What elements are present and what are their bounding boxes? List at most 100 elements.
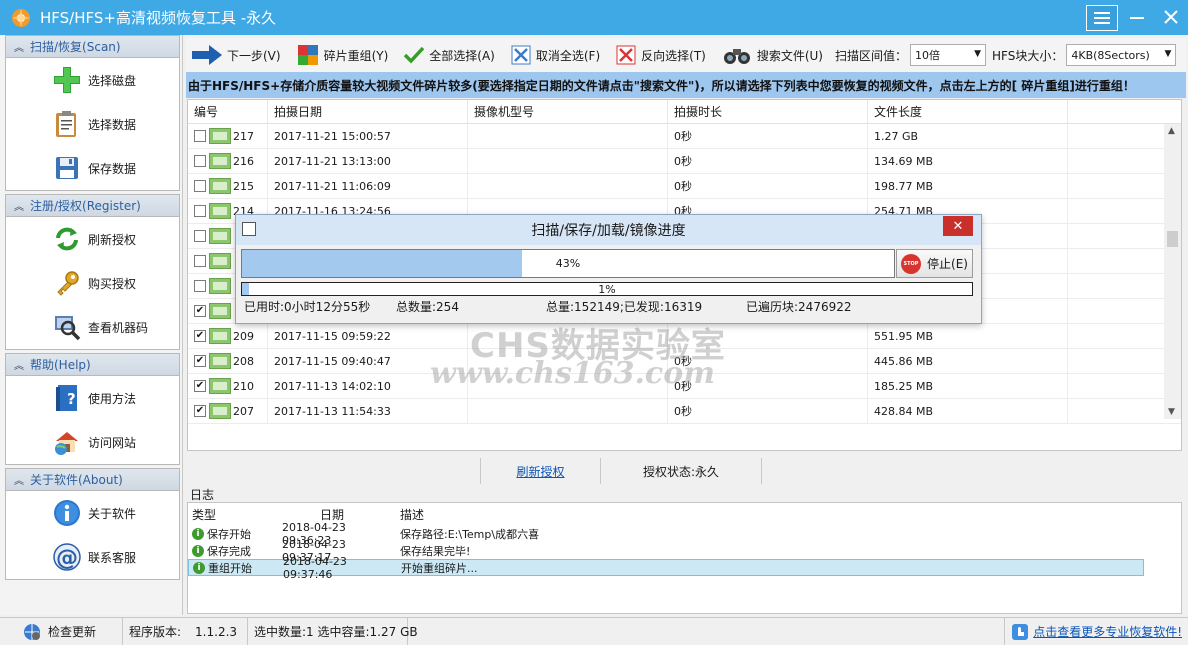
watermark-url: www.chs163.com (430, 356, 715, 391)
reassemble-button[interactable]: 碎片重组(Y) (291, 40, 395, 70)
cell-extra (1068, 274, 1164, 298)
log-type: i 重组开始 (189, 560, 279, 576)
row-checkbox[interactable]: ✔ (194, 305, 206, 317)
cell-size: 134.69 MB (868, 149, 1068, 173)
home-globe-icon (52, 427, 82, 457)
row-checkbox[interactable] (194, 155, 206, 167)
sidebar-item-refresh-license[interactable]: 刷新授权 (6, 217, 179, 261)
refresh-license-link[interactable]: 刷新授权 (516, 463, 564, 480)
cell-extra (1068, 249, 1164, 273)
block-size-select[interactable]: 4KB(8Sectors) ▼ (1066, 44, 1177, 66)
column-header-model[interactable]: 摄像机型号 (468, 100, 668, 123)
info-status-icon: i (193, 561, 205, 574)
deselect-all-button[interactable]: 取消全选(F) (505, 40, 606, 70)
collapse-chevron-icon[interactable]: ︽ (12, 198, 26, 213)
sidebar-item-usage[interactable]: ? 使用方法 (6, 376, 179, 420)
sidebar-section-header[interactable]: ︽ 关于软件(About) (6, 469, 179, 491)
row-checkbox[interactable] (194, 230, 206, 242)
sidebar-item-machine-code[interactable]: 查看机器码 (6, 305, 179, 349)
total-count: 总数量:254 (396, 300, 459, 314)
row-checkbox[interactable] (194, 255, 206, 267)
sidebar-section-scan: ︽ 扫描/恢复(Scan) 选择磁盘 选择数据 保存数据 (5, 35, 180, 191)
row-checkbox[interactable] (194, 205, 206, 217)
log-column-desc[interactable]: 描述 (396, 506, 796, 523)
row-checkbox[interactable] (194, 180, 206, 192)
table-row[interactable]: 217 2017-11-21 15:00:57 0秒 1.27 GB (188, 124, 1181, 149)
dialog-close-icon[interactable]: ✕ (943, 216, 973, 236)
cell-extra (1068, 224, 1164, 248)
scroll-up-icon[interactable]: ▲ (1168, 126, 1175, 136)
collapse-chevron-icon[interactable]: ︽ (12, 472, 26, 487)
chevron-down-icon: ▼ (1164, 49, 1172, 59)
column-header-date[interactable]: 拍摄日期 (268, 100, 468, 123)
column-header-duration[interactable]: 拍摄时长 (668, 100, 868, 123)
collapse-chevron-icon[interactable]: ︽ (12, 357, 26, 372)
license-bar: 刷新授权 授权状态:永久 (186, 458, 1186, 484)
clipboard-icon (52, 109, 82, 139)
column-header-id[interactable]: 编号 (188, 100, 268, 123)
minimize-icon[interactable] (1120, 2, 1154, 32)
cell-id: 215 (188, 174, 268, 198)
column-header-extra (1068, 100, 1164, 123)
log-desc: 保存路径:E:\Temp\成都六喜 (400, 527, 540, 541)
more-software-link[interactable]: 点击查看更多专业恢复软件! (1033, 623, 1182, 640)
cell-id: ✔ 209 (188, 324, 268, 348)
toolbar: 下一步(V) 碎片重组(Y) 全部选择(A) 取消全选(F) 反向选择(T) 搜… (186, 38, 1186, 72)
stop-button[interactable]: STOP 停止(E) (896, 249, 973, 278)
threshold-select[interactable]: 10倍 ▼ (910, 44, 987, 66)
sidebar-item-about[interactable]: 关于软件 (6, 491, 179, 535)
select-all-button[interactable]: 全部选择(A) (398, 40, 501, 70)
arrow-right-icon (192, 45, 222, 65)
menu-icon[interactable] (1086, 5, 1118, 31)
cell-date: 2017-11-21 15:00:57 (268, 124, 468, 148)
sidebar-section-about: ︽ 关于软件(About) 关于软件 @ 联系客服 (5, 468, 180, 580)
next-step-button[interactable]: 下一步(V) (186, 40, 287, 70)
more-software-link-wrap: 点击查看更多专业恢复软件! (1004, 617, 1188, 645)
table-row[interactable]: 216 2017-11-21 13:13:00 0秒 134.69 MB (188, 149, 1181, 174)
sidebar-item-contact[interactable]: @ 联系客服 (6, 535, 179, 579)
vertical-scrollbar[interactable]: ▲ ▼ (1164, 124, 1181, 419)
sidebar-item-select-disk[interactable]: 选择磁盘 (6, 58, 179, 102)
version-info: 程序版本: 1.1.2.3 (123, 617, 248, 645)
log-date: 2018-04-23 09:37:46 (283, 554, 347, 581)
scroll-down-icon[interactable]: ▼ (1168, 407, 1175, 417)
cell-id: 216 (188, 149, 268, 173)
table-row[interactable]: 215 2017-11-21 11:06:09 0秒 198.77 MB (188, 174, 1181, 199)
log-column-type[interactable]: 类型 (188, 506, 278, 523)
sidebar-item-buy-license[interactable]: 购买授权 (6, 261, 179, 305)
video-file-icon (209, 253, 231, 269)
sidebar-section-header[interactable]: ︽ 注册/授权(Register) (6, 195, 179, 217)
sidebar-section-header[interactable]: ︽ 扫描/恢复(Scan) (6, 36, 179, 58)
video-file-icon (209, 153, 231, 169)
cell-extra (1068, 124, 1164, 148)
info-status-icon: i (192, 527, 204, 540)
table-row[interactable]: ✔ 207 2017-11-13 11:54:33 0秒 428.84 MB (188, 399, 1181, 424)
row-checkbox[interactable]: ✔ (194, 380, 206, 392)
sidebar-item-save-data[interactable]: 保存数据 (6, 146, 179, 190)
video-file-icon (209, 178, 231, 194)
invert-selection-button[interactable]: 反向选择(T) (610, 40, 712, 70)
row-checkbox[interactable]: ✔ (194, 355, 206, 367)
sidebar-item-select-data[interactable]: 选择数据 (6, 102, 179, 146)
row-checkbox[interactable]: ✔ (194, 405, 206, 417)
cell-extra (1068, 299, 1164, 323)
row-checkbox[interactable] (194, 280, 206, 292)
log-desc: 开始重组碎片... (401, 561, 478, 575)
row-checkbox[interactable]: ✔ (194, 330, 206, 342)
collapse-chevron-icon[interactable]: ︽ (12, 39, 26, 54)
sidebar-item-visit-website[interactable]: 访问网站 (6, 420, 179, 464)
cell-date: 2017-11-21 13:13:00 (268, 149, 468, 173)
window-title: HFS/HFS+高清视频恢复工具 -永久 (40, 9, 277, 27)
column-header-size[interactable]: 文件长度 (868, 100, 1068, 123)
search-files-button[interactable]: 搜索文件(U) (716, 40, 829, 70)
cell-extra (1068, 374, 1164, 398)
sidebar-section-header[interactable]: ︽ 帮助(Help) (6, 354, 179, 376)
check-update-button[interactable]: 检查更新 (0, 617, 123, 645)
magnifier-icon (52, 312, 82, 342)
row-checkbox[interactable] (194, 130, 206, 142)
video-file-icon (209, 303, 231, 319)
sub-progress-text: 1% (598, 282, 616, 296)
log-row[interactable]: i 重组开始 2018-04-23 09:37:46 开始重组碎片... (188, 555, 1144, 581)
close-icon[interactable] (1154, 2, 1188, 32)
scrollbar-thumb[interactable] (1167, 231, 1178, 247)
